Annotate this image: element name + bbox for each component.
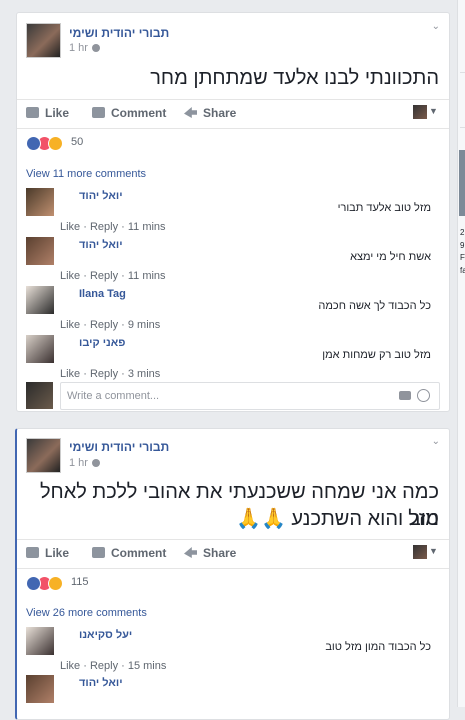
comment: יואל יהוד xyxy=(26,675,440,719)
camera-icon[interactable] xyxy=(399,391,411,400)
share-label: Share xyxy=(203,546,237,560)
comment-input[interactable]: Write a comment... xyxy=(60,382,440,410)
comment-button[interactable]: Comment xyxy=(92,546,166,560)
comment-text: כל הכבוד המון מזל טוב xyxy=(325,641,431,653)
sidebar-text-fragment: 9 xyxy=(460,241,465,250)
caret-down-icon: ▼ xyxy=(429,546,438,556)
like-button[interactable]: Like xyxy=(26,106,69,120)
comment-placeholder: Write a comment... xyxy=(67,390,160,402)
view-more-comments-link[interactable]: View 26 more comments xyxy=(26,607,147,619)
share-button[interactable]: Share xyxy=(184,106,236,120)
comment-button[interactable]: Comment xyxy=(92,106,166,120)
comment-actions[interactable]: Like · Reply · 15 mins xyxy=(60,660,166,672)
sidebar-text-fragment: fa xyxy=(460,266,465,275)
thumbs-up-icon xyxy=(26,547,39,558)
comment-label: Comment xyxy=(111,546,167,560)
view-more-comments-link[interactable]: View 11 more comments xyxy=(26,168,146,180)
share-label: Share xyxy=(203,106,237,120)
right-sidebar-edge: 2 9 F fa xyxy=(457,0,465,707)
commenter-name[interactable]: יעל סקיאנו xyxy=(79,629,132,641)
sidebar-text-fragment: F xyxy=(460,253,465,262)
comment-text: מזל טוב רק שמחות אמן xyxy=(322,349,431,361)
globe-icon xyxy=(91,44,100,53)
chevron-down-icon[interactable]: ⌄ xyxy=(432,21,440,32)
speech-bubble-icon xyxy=(92,547,105,558)
like-reaction-icon xyxy=(26,576,41,591)
post-as-selector[interactable]: ▼ xyxy=(413,105,439,121)
post-time[interactable]: 1 hr xyxy=(69,457,88,469)
globe-icon xyxy=(91,459,100,468)
viewer-avatar xyxy=(413,105,427,119)
post-text: התכוונתי לבנו אלעד שמתחתן מחר xyxy=(150,67,439,89)
speech-bubble-icon xyxy=(92,107,105,118)
comment-actions[interactable]: Like · Reply · 11 mins xyxy=(60,221,166,233)
comment: יואל יהוד אשת חיל מי ימצא Like · Reply ·… xyxy=(26,237,440,283)
divider xyxy=(460,127,465,128)
own-avatar xyxy=(26,382,53,409)
emoji-icon[interactable] xyxy=(417,389,430,402)
viewer-avatar xyxy=(413,545,427,559)
reaction-count[interactable]: 50 xyxy=(71,136,83,148)
reaction-count[interactable]: 115 xyxy=(71,576,89,588)
commenter-name[interactable]: פאני קיבו xyxy=(79,337,125,349)
commenter-avatar[interactable] xyxy=(26,286,54,314)
commenter-name[interactable]: Ilana Tag xyxy=(79,288,126,300)
comment-composer: Write a comment... xyxy=(26,382,440,410)
author-name[interactable]: תבורי יהודית ושימי xyxy=(69,440,169,454)
comment: Ilana Tag כל הכבוד לך אשה חכמה Like · Re… xyxy=(26,286,440,332)
comment-actions[interactable]: Like · Reply · 3 mins xyxy=(60,368,160,380)
post-card: תבורי יהודית ושימי 1 hr ⌄ התכוונתי לבנו … xyxy=(16,12,450,412)
post-action-bar: Like Comment Share ▼ xyxy=(17,99,449,129)
like-label: Like xyxy=(45,546,70,560)
comment-actions[interactable]: Like · Reply · 11 mins xyxy=(60,270,166,282)
like-reaction-icon xyxy=(26,136,41,151)
post-card: תבורי יהודית ושימי 1 hr ⌄ כמה אני שמחה ש… xyxy=(15,428,450,720)
comment-text: כל הכבוד לך אשה חכמה xyxy=(318,300,431,312)
post-action-bar: Like Comment Share ▼ xyxy=(17,539,449,569)
comment-actions[interactable]: Like · Reply · 9 mins xyxy=(60,319,160,331)
post-as-selector[interactable]: ▼ xyxy=(413,545,439,561)
comment-text: מזל טוב אלעד תבורי xyxy=(337,202,431,214)
thumbs-up-icon xyxy=(26,107,39,118)
chevron-down-icon[interactable]: ⌄ xyxy=(432,436,440,447)
comment: פאני קיבו מזל טוב רק שמחות אמן Like · Re… xyxy=(26,335,440,381)
commenter-name[interactable]: יואל יהוד xyxy=(79,190,123,202)
post-timestamp[interactable]: 1 hr xyxy=(69,42,100,54)
commenter-avatar[interactable] xyxy=(26,188,54,216)
wow-reaction-icon xyxy=(48,576,63,591)
post-text-line: טוב והוא השתכנע 🙏🙏 xyxy=(236,508,439,530)
commenter-avatar[interactable] xyxy=(26,627,54,655)
post-time[interactable]: 1 hr xyxy=(69,42,88,54)
comment: יואל יהוד מזל טוב אלעד תבורי Like · Repl… xyxy=(26,188,440,234)
comment-label: Comment xyxy=(111,106,167,120)
author-avatar[interactable] xyxy=(26,23,61,58)
commenter-avatar[interactable] xyxy=(26,335,54,363)
share-arrow-icon xyxy=(184,107,197,118)
wow-reaction-icon xyxy=(48,136,63,151)
like-button[interactable]: Like xyxy=(26,546,69,560)
sidebar-text-fragment: 2 xyxy=(460,228,465,237)
author-avatar[interactable] xyxy=(26,438,61,473)
sidebar-thumbnail[interactable] xyxy=(459,150,465,216)
divider xyxy=(460,72,465,73)
post-timestamp[interactable]: 1 hr xyxy=(69,457,100,469)
caret-down-icon: ▼ xyxy=(429,106,438,116)
share-arrow-icon xyxy=(184,547,197,558)
commenter-name[interactable]: יואל יהוד xyxy=(79,677,123,689)
commenter-avatar[interactable] xyxy=(26,237,54,265)
author-name[interactable]: תבורי יהודית ושימי xyxy=(69,26,169,40)
comment: יעל סקיאנו כל הכבוד המון מזל טוב Like · … xyxy=(26,627,440,673)
like-label: Like xyxy=(45,106,70,120)
commenter-name[interactable]: יואל יהוד xyxy=(79,239,123,251)
share-button[interactable]: Share xyxy=(184,546,236,560)
commenter-avatar[interactable] xyxy=(26,675,54,703)
comment-text: אשת חיל מי ימצא xyxy=(350,251,431,263)
